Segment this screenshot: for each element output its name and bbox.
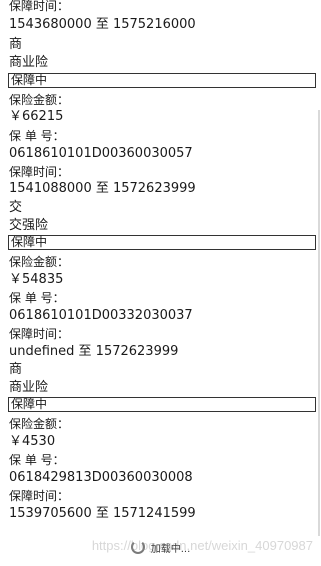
policy-number-label: 保 单 号：: [9, 453, 65, 467]
status-box: 保障中: [8, 235, 316, 250]
period-value: undefined 至 1572623999: [9, 344, 179, 359]
amount-label: 保险金额：: [9, 255, 70, 269]
scrollbar[interactable]: [318, 110, 320, 536]
status-box: 保障中: [8, 73, 316, 88]
policy-number-label: 保 单 号：: [9, 129, 65, 143]
policy-number-label: 保 单 号：: [9, 291, 65, 305]
type-name: 商业险: [9, 55, 49, 70]
period-label: 保障时间：: [9, 327, 70, 341]
amount-value: ￥4530: [9, 434, 56, 449]
amount-label: 保险金额：: [9, 93, 70, 107]
period-value: 1539705600 至 1571241599: [9, 506, 196, 521]
policy-number: 0618610101D00360030057: [9, 146, 193, 161]
policy-number: 0618429813D00360030008: [9, 470, 193, 485]
period-label: 保障时间：: [9, 165, 70, 179]
type-name: 商业险: [9, 380, 49, 395]
policy-list-page: 保障时间： 1543680000 至 1575216000 商 商业险 保障中 …: [0, 0, 321, 566]
amount-value: ￥66215: [9, 109, 64, 124]
period-value: 1541088000 至 1572623999: [9, 181, 196, 196]
period-label: 保障时间：: [9, 0, 70, 13]
status-box: 保障中: [8, 397, 316, 412]
type-name: 交强险: [9, 218, 49, 233]
type-short: 商: [9, 362, 23, 377]
policy-number: 0618610101D00332030037: [9, 308, 193, 323]
type-short: 交: [9, 200, 23, 215]
period-value: 1543680000 至 1575216000: [9, 17, 196, 32]
amount-label: 保险金额：: [9, 417, 70, 431]
amount-value: ￥54835: [9, 272, 64, 287]
type-short: 商: [9, 37, 23, 52]
watermark: https://blog.csdn.net/weixin_40970987: [91, 538, 313, 553]
period-label: 保障时间：: [9, 489, 70, 503]
